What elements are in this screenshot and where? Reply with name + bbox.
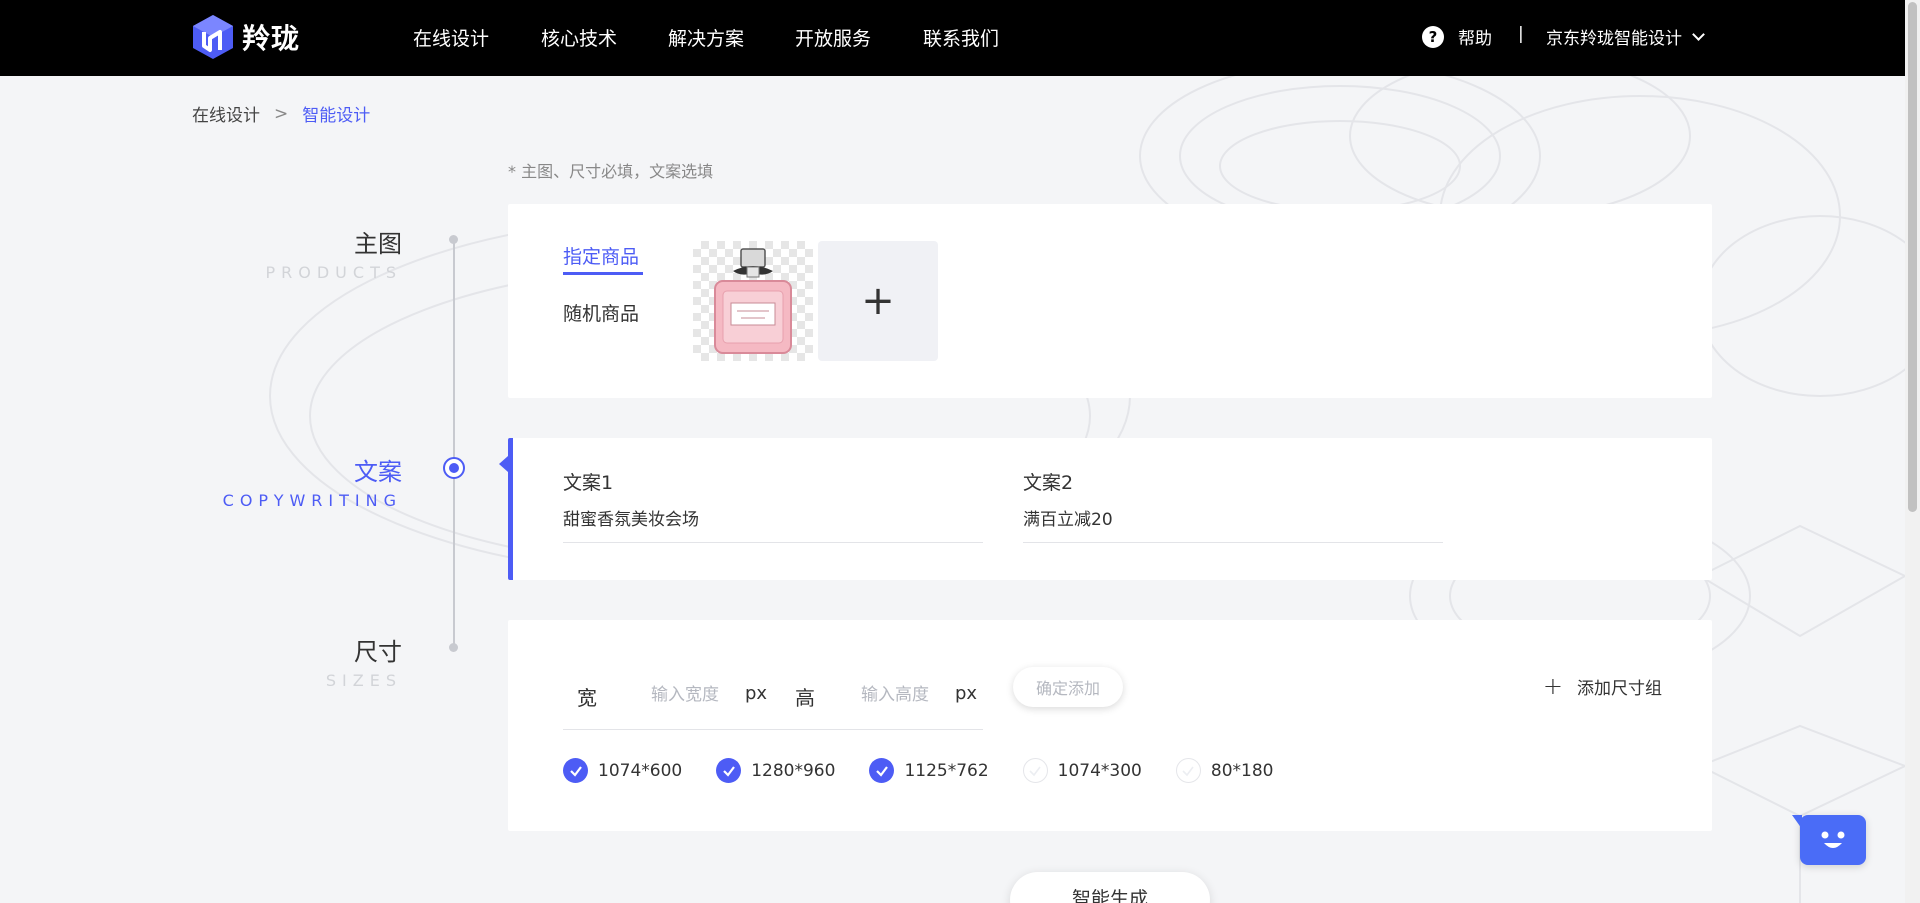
product-thumbnail[interactable] (693, 241, 813, 361)
step-copywriting: 文案 COPYWRITING (223, 452, 402, 510)
step-title: 文案 (354, 458, 402, 486)
required-fields-note: * 主图、尺寸必填，文案选填 (508, 162, 714, 181)
checkbox-checked-icon[interactable] (563, 758, 588, 783)
size-option[interactable]: 1074*300 (1022, 758, 1142, 783)
copy-field-input[interactable]: 满百立减20 (1023, 505, 1443, 543)
chevron-down-icon (1692, 27, 1705, 41)
step-subtitle: PRODUCTS (265, 263, 402, 282)
logo-text: 羚珑 (242, 22, 301, 55)
step-timeline (453, 238, 455, 648)
nav-item-open-services[interactable]: 开放服务 (795, 24, 871, 51)
account-label: 京东羚珑智能设计 (1546, 29, 1682, 49)
top-navigation: 羚珑 在线设计 核心技术 解决方案 开放服务 联系我们 ? 帮助 | 京东羚珑智… (0, 0, 1905, 76)
timeline-active-marker (443, 457, 465, 479)
breadcrumb-separator: > (274, 103, 289, 124)
size-option-label: 1280*960 (751, 760, 836, 781)
step-subtitle: SIZES (325, 671, 402, 690)
nav-item-core-tech[interactable]: 核心技术 (541, 24, 617, 51)
step-title: 尺寸 (354, 638, 402, 666)
confirm-add-size-button[interactable]: 确定添加 (1013, 667, 1123, 707)
step-products: 主图 PRODUCTS (266, 224, 403, 282)
size-options: 1074*600 1280*960 1125*762 1074*300 80*1… (563, 758, 1307, 783)
timeline-dot (449, 643, 458, 652)
nav-divider: | (1518, 24, 1524, 44)
sizes-card: 宽 px 高 px 确定添加 + 添加尺寸组 1074*600 1280*960… (508, 620, 1712, 831)
perfume-bottle-image (714, 248, 792, 354)
chatbot-assistant-icon[interactable] (1792, 815, 1866, 865)
breadcrumb-parent[interactable]: 在线设计 (192, 101, 260, 126)
size-option-label: 80*180 (1210, 760, 1274, 781)
scrollbar-thumb[interactable] (1908, 2, 1917, 512)
checkbox-checked-icon[interactable] (716, 758, 742, 783)
nav-item-online-design[interactable]: 在线设计 (413, 24, 489, 51)
breadcrumb-current: 智能设计 (302, 106, 371, 126)
robot-face-icon (1821, 831, 1845, 848)
copy-field-2[interactable]: 文案2 满百立减20 (1023, 468, 1443, 543)
size-option-label: 1125*762 (904, 760, 989, 781)
help-label: 帮助 (1458, 29, 1492, 49)
step-sizes: 尺寸 SIZES (326, 632, 402, 690)
custom-size-row: 宽 px 高 px (563, 666, 983, 730)
plus-icon: + (1542, 672, 1563, 700)
copy-field-input[interactable]: 甜蜜香氛美妆会场 (563, 505, 983, 543)
width-unit: px (745, 683, 768, 704)
size-option-label: 1074*600 (598, 760, 683, 781)
step-subtitle: COPYWRITING (222, 491, 402, 510)
page-scrollbar[interactable] (1905, 0, 1920, 903)
tab-active-indicator (563, 272, 643, 275)
step-title: 主图 (354, 230, 402, 258)
nav-item-solutions[interactable]: 解决方案 (668, 24, 744, 51)
help-link[interactable]: ? 帮助 (1422, 24, 1492, 49)
copy-field-1[interactable]: 文案1 甜蜜香氛美妆会场 (563, 468, 983, 543)
add-size-group-label: 添加尺寸组 (1577, 678, 1662, 699)
size-option[interactable]: 80*180 (1175, 758, 1274, 783)
tab-specified-product[interactable]: 指定商品 (563, 242, 639, 269)
tab-random-product[interactable]: 随机商品 (563, 299, 639, 326)
copywriting-card: 文案1 甜蜜香氛美妆会场 文案2 满百立减20 (499, 438, 1712, 580)
add-product-button[interactable]: + (818, 241, 938, 361)
height-unit: px (955, 683, 978, 704)
size-option[interactable]: 1125*762 (869, 758, 989, 783)
size-option[interactable]: 1074*600 (563, 758, 682, 783)
width-input[interactable] (651, 678, 741, 712)
size-option[interactable]: 1280*960 (716, 758, 835, 783)
copy-field-label: 文案1 (563, 472, 614, 494)
account-menu[interactable]: 京东羚珑智能设计 (1546, 24, 1705, 49)
checkbox-unchecked-icon[interactable] (1022, 758, 1048, 783)
timeline-dot (449, 235, 458, 244)
smart-generate-button[interactable]: 智能生成 (1010, 872, 1210, 903)
checkbox-checked-icon[interactable] (869, 758, 895, 783)
height-input[interactable] (861, 678, 951, 712)
size-option-label: 1074*300 (1057, 760, 1142, 781)
breadcrumb: 在线设计 > 智能设计 (192, 101, 371, 127)
brand-logo[interactable]: 羚珑 (192, 14, 300, 60)
checkbox-unchecked-icon[interactable] (1175, 758, 1201, 783)
logo-cube-icon (193, 15, 233, 59)
width-label: 宽 (577, 686, 597, 710)
copy-field-label: 文案2 (1023, 472, 1074, 494)
add-size-group-button[interactable]: + 添加尺寸组 (1543, 672, 1662, 700)
nav-item-contact-us[interactable]: 联系我们 (923, 24, 999, 51)
height-label: 高 (795, 686, 815, 710)
products-card: 指定商品 随机商品 + (508, 204, 1712, 398)
help-icon: ? (1422, 25, 1444, 48)
